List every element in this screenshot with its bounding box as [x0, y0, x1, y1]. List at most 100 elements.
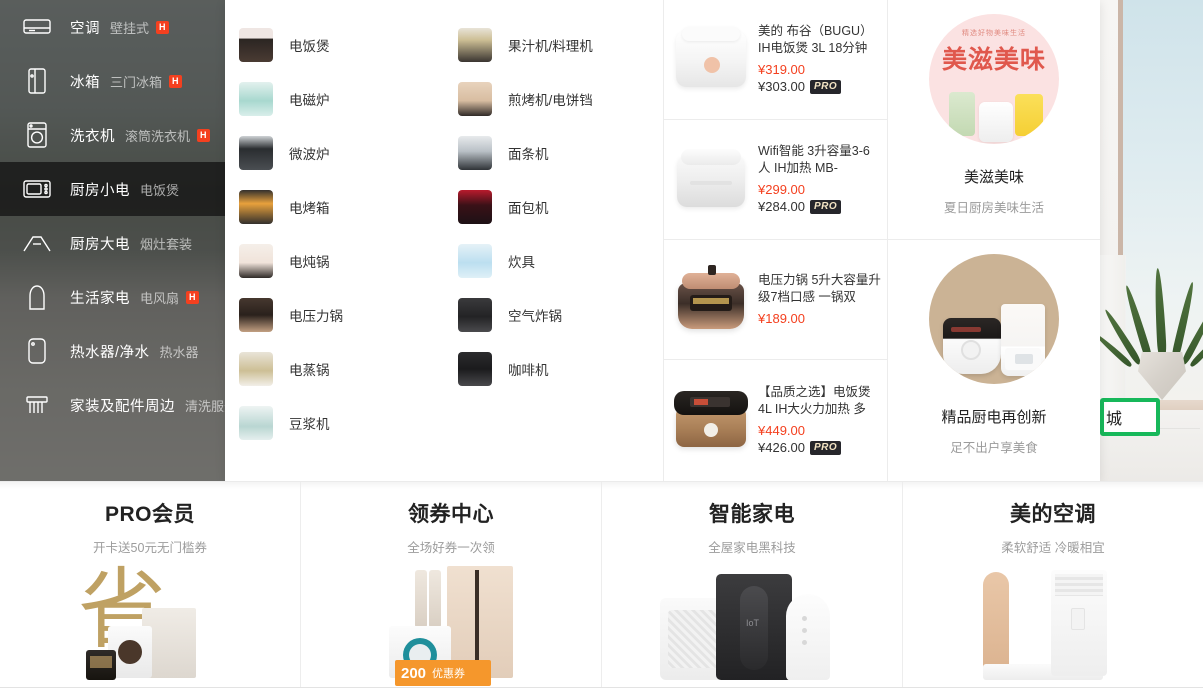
sidebar-item-name: 空调 — [70, 20, 100, 37]
product-info: 电压力锅 5升大容量升级7档口感 一锅双 ¥189.00 — [754, 272, 881, 327]
sidebar-item-name: 生活家电 — [70, 290, 130, 307]
sidebar-item-1[interactable]: 空调 壁挂式 H — [0, 0, 225, 54]
banner-card[interactable]: 智能家电 全屋家电黑科技 IoT — [602, 482, 903, 687]
subcategory-item[interactable]: 电磁炉 — [225, 72, 444, 126]
sidebar-item-sub: 电风扇 — [140, 290, 180, 306]
sidebar-item-8[interactable]: 家装及配件周边清洗服务 — [0, 378, 225, 432]
sidebar-item-sub: 清洗服务 — [185, 398, 225, 414]
subcategory-label: 电压力锅 — [289, 309, 343, 324]
banner-card[interactable]: PRO会员 开卡送50元无门槛券 省 — [0, 482, 301, 687]
subcategory-label: 电饭煲 — [289, 39, 330, 54]
sidebar-item-sub: 滚筒洗衣机 — [125, 128, 191, 144]
product-pro-price: ¥426.00 — [758, 439, 805, 455]
banner-art-coupon: 200 优惠券 — [371, 564, 541, 686]
rice-cooker-icon — [239, 28, 273, 62]
subcategory-item[interactable]: 电烤箱 — [225, 180, 444, 234]
subcategory-item[interactable]: 微波炉 — [225, 126, 444, 180]
subcategory-label: 微波炉 — [289, 147, 330, 162]
subcategory-item[interactable]: 煎烤机/电饼铛 — [444, 72, 663, 126]
banner-card[interactable]: 领券中心 全场好券一次领 200 优惠券 — [301, 482, 602, 687]
kettle-icon — [22, 283, 52, 311]
product-item[interactable]: 【品质之选】电饭煲 4L IH大火力加热 多 ¥449.00 ¥426.00 PRO — [664, 360, 887, 480]
subcategory-item[interactable]: 电蒸锅 — [225, 342, 444, 396]
refrigerator-icon — [22, 67, 52, 95]
banner-title: 美的空调 — [1010, 503, 1096, 526]
sidebar-item-5[interactable]: 厨房大电 烟灶套装 — [0, 216, 225, 270]
product-title: 美的 布谷（BUGU）IH电饭煲 3L 18分钟 — [758, 24, 873, 55]
induction-cooker-icon — [239, 82, 273, 116]
product-pro-price: ¥284.00 — [758, 199, 805, 214]
sidebar-item-name: 洗衣机 — [70, 128, 115, 145]
subcategory-column-1: 电饭煲电磁炉微波炉电烤箱电炖锅电压力锅电蒸锅豆浆机 — [225, 18, 444, 450]
product-info: 【品质之选】电饭煲 4L IH大火力加热 多 ¥449.00 ¥426.00 PRO — [754, 384, 881, 457]
subcategory-label: 电磁炉 — [289, 93, 330, 108]
subcategory-label: 电炖锅 — [289, 255, 330, 270]
sidebar-item-sub: 烟灶套装 — [140, 236, 193, 252]
sidebar-item-2[interactable]: 冰箱 三门冰箱 H — [0, 54, 225, 108]
banner-strip: PRO会员开卡送50元无门槛券 省 领券中心全场好券一次领 200 优惠券 — [0, 481, 1203, 688]
promo-item[interactable]: 精选好物美味生活 美滋美味 美滋美味 夏日厨房美味生活 — [888, 0, 1100, 240]
promo-title: 精品厨电再创新 — [941, 409, 1047, 426]
subcategory-label: 煎烤机/电饼铛 — [508, 93, 593, 108]
subcategory-item[interactable]: 面包机 — [444, 180, 663, 234]
sidebar-item-sub: 电饭煲 — [140, 182, 180, 198]
subcategory-label: 豆浆机 — [289, 417, 330, 432]
promo-subtitle: 夏日厨房美味生活 — [943, 201, 1044, 215]
sidebar-item-sub: 热水器 — [159, 344, 199, 360]
product-pro-price-row: ¥303.00 PRO — [758, 78, 881, 96]
promo-item[interactable]: 精品厨电再创新 足不出户享美食 — [888, 240, 1100, 480]
sidebar-item-6[interactable]: 生活家电 电风扇 H — [0, 270, 225, 324]
subcategory-item[interactable]: 电炖锅 — [225, 234, 444, 288]
subcategory-item[interactable]: 豆浆机 — [225, 396, 444, 450]
product-image — [668, 17, 754, 103]
subcategory-label: 炊具 — [508, 255, 535, 270]
hot-badge: H — [186, 290, 199, 304]
subcategory-item[interactable]: 面条机 — [444, 126, 663, 180]
banner-card[interactable]: 美的空调柔软舒适 冷暖相宜 — [903, 482, 1203, 687]
hero-cta-button[interactable]: 城 — [1100, 398, 1160, 436]
product-price: ¥319.00 — [758, 62, 805, 77]
coffee-machine-icon — [458, 352, 492, 386]
subcategory-label: 电烤箱 — [289, 201, 330, 216]
banner-subtitle: 柔软舒适 冷暖相宜 — [1001, 541, 1105, 555]
pro-badge: PRO — [810, 200, 842, 214]
subcategory-item[interactable]: 果汁机/料理机 — [444, 18, 663, 72]
product-item[interactable]: 电压力锅 5升大容量升级7档口感 一锅双 ¥189.00 — [664, 240, 887, 360]
banner-art-smart: IoT — [660, 568, 850, 684]
subcategory-label: 面条机 — [508, 147, 549, 162]
hot-badge: H — [197, 128, 210, 142]
subcategory-item[interactable]: 空气炸锅 — [444, 288, 663, 342]
sidebar-item-4[interactable]: 厨房小电 电饭煲 — [0, 162, 225, 216]
product-pro-price-row: ¥284.00 PRO — [758, 198, 881, 216]
microwave-icon — [22, 175, 52, 203]
subcategory-item[interactable]: 电饭煲 — [225, 18, 444, 72]
subcategory-item[interactable]: 电压力锅 — [225, 288, 444, 342]
sidebar-item-3[interactable]: 洗衣机 滚筒洗衣机 H — [0, 108, 225, 162]
promo-list: 精选好物美味生活 美滋美味 美滋美味 夏日厨房美味生活 精品厨电再创新 足不出户享美食 — [887, 0, 1100, 481]
banner-artwork: 省 — [40, 564, 260, 684]
steamer-icon — [239, 352, 273, 386]
sidebar-item-7[interactable]: 热水器/净水 热水器 — [0, 324, 225, 378]
subcategory-grid: 电饭煲电磁炉微波炉电烤箱电炖锅电压力锅电蒸锅豆浆机 果汁机/料理机 煎烤机/电饼铛… — [225, 0, 663, 481]
product-image — [668, 257, 754, 343]
banner-subtitle: 全场好券一次领 — [407, 541, 495, 555]
product-item[interactable]: Wifi智能 3升容量3-6人 IH加热 MB- ¥299.00 ¥284.00 PR… — [664, 120, 887, 240]
product-price: ¥449.00 — [758, 422, 805, 438]
banner-artwork: 200 优惠券 — [341, 564, 561, 686]
banner-subtitle: 全屋家电黑科技 — [708, 541, 796, 555]
water-heater-icon — [22, 337, 52, 365]
subcategory-item[interactable]: 咖啡机 — [444, 342, 663, 396]
subcategory-item[interactable]: 炊具 — [444, 234, 663, 288]
banner-art-ac — [983, 568, 1133, 684]
product-price: ¥189.00 — [758, 311, 805, 326]
banner-art-sheng: 省 — [56, 564, 246, 684]
product-image — [668, 137, 754, 223]
bread-maker-icon — [458, 190, 492, 224]
stew-pot-icon — [239, 244, 273, 278]
sidebar-item-name: 热水器/净水 — [70, 344, 150, 361]
subcategory-label: 果汁机/料理机 — [508, 39, 593, 54]
electric-oven-icon — [239, 190, 273, 224]
product-title: 【品质之选】电饭煲 4L IH大火力加热 多 — [758, 384, 871, 416]
sidebar-item-sub: 壁挂式 — [110, 20, 150, 36]
product-item[interactable]: 美的 布谷（BUGU）IH电饭煲 3L 18分钟 ¥319.00 ¥303.00 PR… — [664, 0, 887, 120]
